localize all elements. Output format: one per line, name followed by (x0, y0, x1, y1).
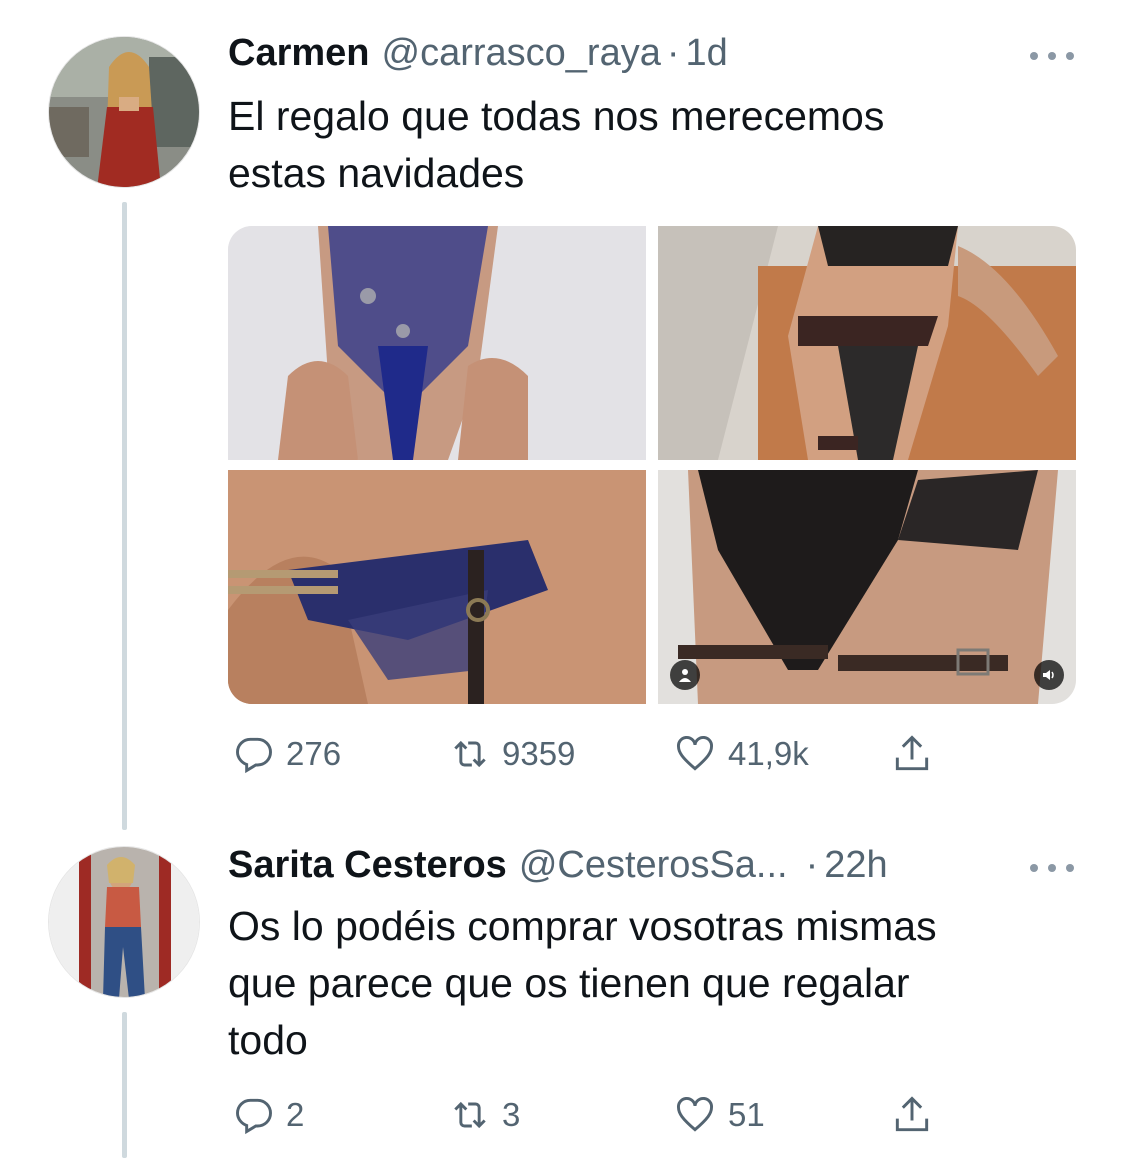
heart-icon (677, 1096, 713, 1132)
tweet-actions: 2 3 51 (228, 1093, 948, 1137)
reply-icon (236, 737, 272, 774)
tweet-actions: 276 9359 41,9k (228, 732, 948, 776)
like-count: 41,9k (728, 735, 809, 772)
user-handle[interactable]: @CesterosSa... (519, 842, 788, 888)
avatar[interactable] (48, 36, 200, 188)
reply-icon (236, 1098, 272, 1135)
timestamp[interactable]: 1d (686, 30, 728, 76)
reply-button[interactable]: 276 (230, 732, 341, 776)
separator-dot: · (666, 32, 680, 74)
user-handle[interactable]: @carrasco_raya (382, 30, 661, 76)
retweet-icon (454, 1101, 486, 1129)
retweet-count: 3 (502, 1096, 521, 1133)
display-name[interactable]: Sarita Cesteros (228, 842, 507, 888)
more-icon[interactable] (1030, 858, 1074, 878)
avatar-photo (49, 847, 199, 997)
tweet-text: Os lo podéis comprar vosotras mismas que… (228, 903, 937, 1063)
like-button[interactable]: 51 (670, 1093, 765, 1137)
reply-count: 276 (286, 735, 342, 772)
thread-line (122, 1012, 127, 1158)
thread-line (122, 202, 127, 830)
share-icon (895, 1096, 929, 1132)
media-photo[interactable] (228, 470, 646, 704)
heart-icon (677, 735, 713, 771)
display-name[interactable]: Carmen (228, 30, 370, 76)
tweet-header: Carmen @carrasco_raya · 1d (228, 30, 728, 76)
media-photo[interactable] (658, 470, 1076, 704)
retweet-count: 9359 (502, 735, 576, 772)
more-icon[interactable] (1030, 46, 1074, 66)
share-button[interactable] (888, 1093, 944, 1137)
avatar-photo (49, 37, 199, 187)
timestamp[interactable]: 22h (824, 842, 887, 888)
like-count: 51 (728, 1096, 765, 1133)
tweet-text: El regalo que todas nos merecemos estas … (228, 93, 885, 196)
reply-button[interactable]: 2 (230, 1093, 304, 1137)
separator-dot: · (805, 844, 819, 886)
tweet-header: Sarita Cesteros @CesterosSa... · 22h (228, 842, 888, 888)
reply-count: 2 (286, 1096, 305, 1133)
media-photo[interactable] (658, 226, 1076, 460)
retweet-button[interactable]: 9359 (446, 732, 575, 776)
like-button[interactable]: 41,9k (670, 732, 809, 776)
person-icon[interactable] (670, 660, 700, 690)
media-grid (228, 226, 1076, 704)
share-button[interactable] (888, 732, 944, 776)
retweet-button[interactable]: 3 (446, 1093, 520, 1137)
avatar[interactable] (48, 846, 200, 998)
volume-icon[interactable] (1034, 660, 1064, 690)
share-icon (895, 735, 929, 771)
media-photo[interactable] (228, 226, 646, 460)
retweet-icon (454, 740, 486, 768)
